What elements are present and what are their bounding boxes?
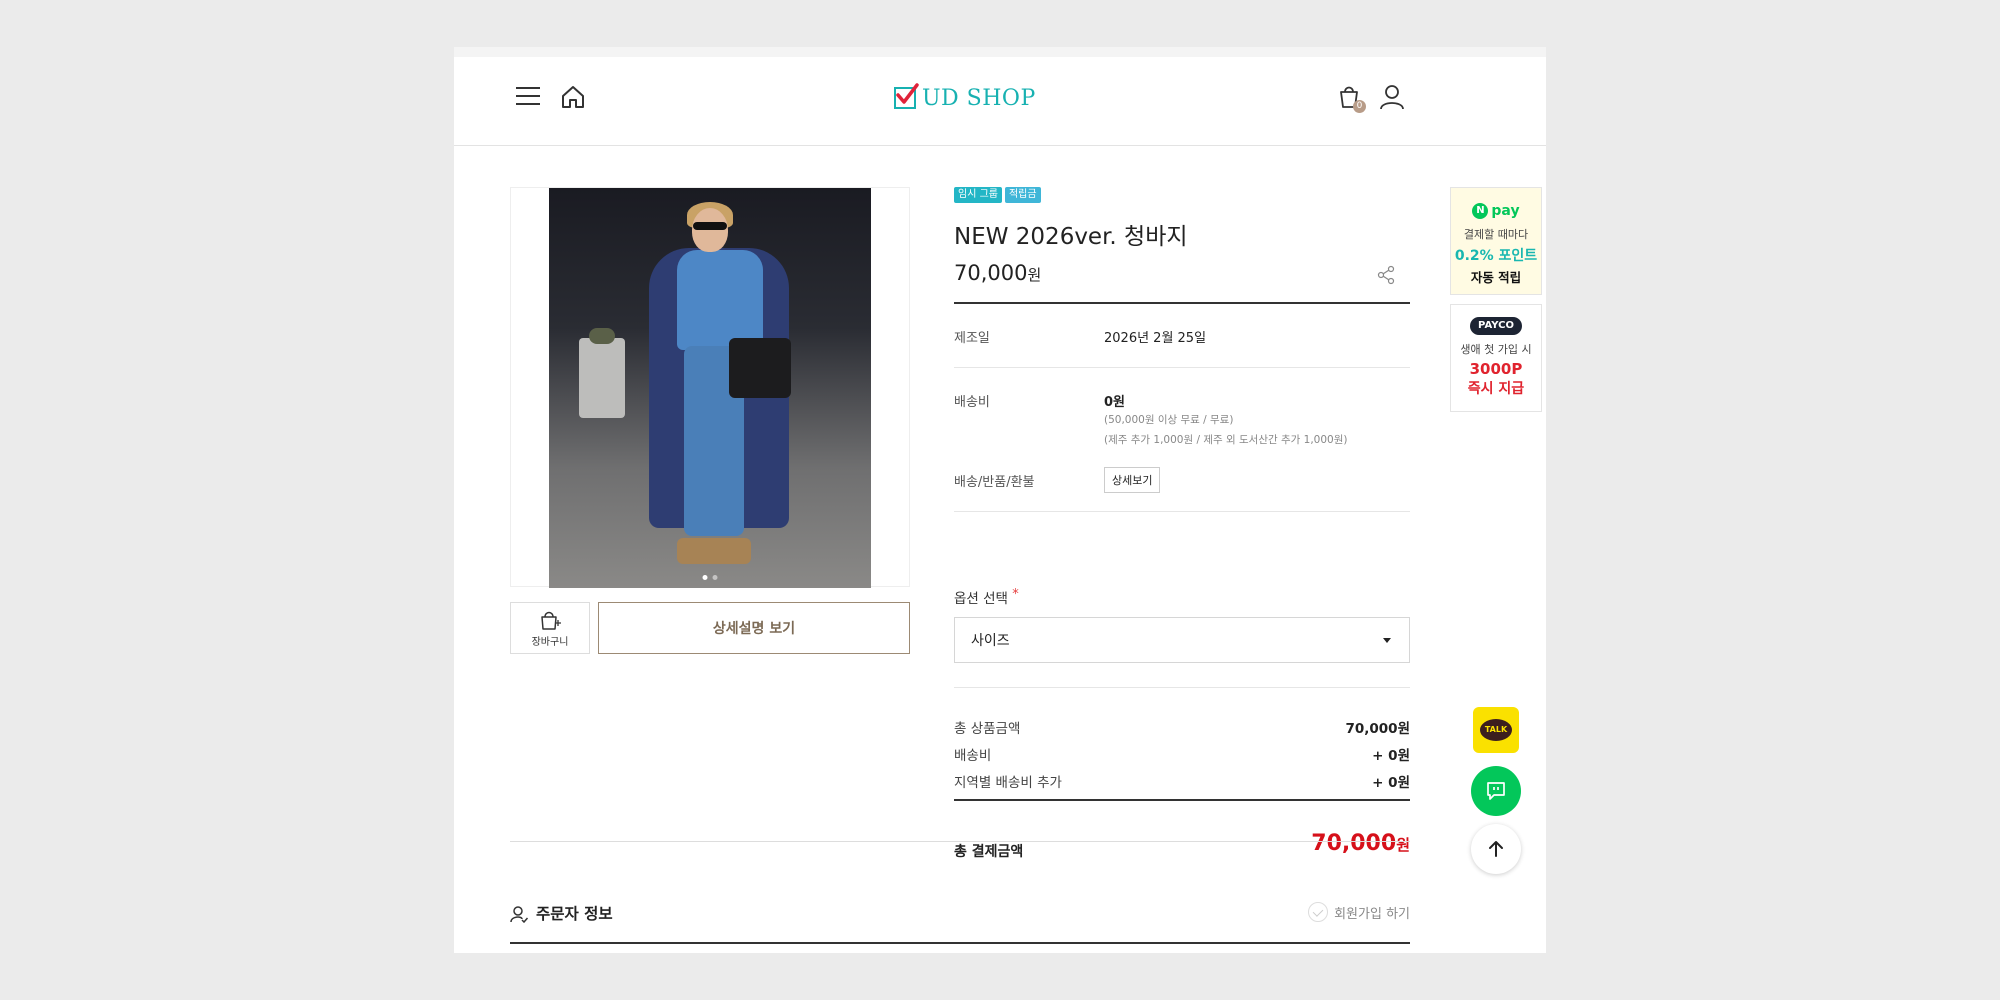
view-detail-button[interactable]: 상세설명 보기: [598, 602, 910, 654]
kakao-talk-button[interactable]: TALK: [1473, 707, 1519, 753]
npay-line3: 자동 적립: [1470, 270, 1522, 285]
total-price: 70,000원: [1311, 831, 1410, 856]
total-divider: [954, 799, 1410, 801]
summary-label: 총 상품금액: [954, 721, 1021, 737]
section-underline: [510, 942, 1410, 944]
required-mark: *: [1012, 587, 1019, 602]
join-label: 회원가입 하기: [1334, 906, 1410, 922]
arrow-up-icon: [1489, 841, 1503, 857]
product-photo[interactable]: [549, 188, 871, 588]
naver-talk-button[interactable]: [1471, 766, 1521, 816]
product-image-frame: [510, 187, 910, 588]
cart-icon[interactable]: 0: [1336, 83, 1366, 113]
summary-label: 지역별 배송비 추가: [954, 775, 1062, 791]
cart-plus-icon: [541, 611, 561, 630]
badge-points: 적립금: [1004, 187, 1041, 203]
manufacture-value: 2026년 2월 25일: [1104, 331, 1207, 346]
logo-text: UD SHOP: [922, 85, 1036, 111]
divider: [954, 367, 1410, 368]
site-header: UD SHOP 0: [454, 57, 1546, 146]
return-label: 배송/반품/환불: [954, 475, 1035, 490]
menu-icon[interactable]: [516, 87, 540, 107]
talk-icon: TALK: [1480, 719, 1512, 741]
orderer-section-header: 주문자 정보 회원가입 하기: [510, 902, 1410, 944]
cart-button-label: 장바구니: [531, 636, 569, 648]
chat-icon: [1487, 782, 1505, 800]
user-icon[interactable]: [1378, 83, 1406, 111]
shipping-note-island: (제주 추가 1,000원 / 제주 외 도서산간 추가 1,000원): [1104, 434, 1348, 446]
payco-line2: 3000P: [1469, 360, 1523, 378]
return-detail-button[interactable]: 상세보기: [1104, 467, 1161, 493]
chevron-down-icon: [1383, 638, 1391, 643]
payco-logo: PAYCO: [1470, 317, 1522, 335]
badge-group: 임시 그룹 적립금: [954, 187, 1410, 203]
divider: [954, 511, 1410, 512]
summary-value: + 0원: [1372, 775, 1410, 791]
section-divider: [510, 841, 1410, 842]
npay-line1: 결제할 때마다: [1463, 228, 1529, 241]
scroll-top-button[interactable]: [1471, 824, 1521, 874]
page-container: UD SHOP 0 장바구니 상세설명 보기 임시 그룹 적립금 NEW 202…: [454, 47, 1546, 953]
naver-n-icon: N: [1472, 203, 1489, 219]
payco-line1: 생애 첫 가입 시: [1460, 343, 1532, 356]
option-label: 옵션 선택 *: [954, 587, 1019, 607]
payco-line3: 즉시 지급: [1467, 381, 1525, 397]
divider: [954, 687, 1410, 688]
npay-line2: 0.2% 포인트: [1454, 248, 1538, 264]
badge-temp-group: 임시 그룹: [954, 187, 1002, 203]
product-title: NEW 2026ver. 청바지: [954, 224, 1188, 250]
checkbox-logo-icon: [894, 83, 919, 109]
summary-value: 70,000원: [1345, 721, 1410, 737]
cart-count-badge: 0: [1353, 100, 1366, 113]
join-member-toggle[interactable]: 회원가입 하기: [1308, 902, 1410, 922]
shipping-note-free: (50,000원 이상 무료 / 무료): [1104, 414, 1234, 426]
npay-logo: N pay: [1469, 202, 1523, 220]
price-divider: [954, 302, 1410, 304]
product-info: 임시 그룹 적립금 NEW 2026ver. 청바지 70,000원 제조일 2…: [954, 187, 1410, 860]
shipping-value: 0원: [1104, 395, 1126, 410]
check-icon: [1308, 902, 1329, 922]
orderer-title: 주문자 정보: [536, 905, 613, 923]
option-selected-value: 사이즈: [971, 633, 1010, 649]
share-icon[interactable]: [1376, 265, 1396, 285]
person-check-icon: [510, 906, 528, 923]
add-to-cart-button[interactable]: 장바구니: [510, 602, 590, 654]
shipping-label: 배송비: [954, 395, 990, 410]
shop-logo[interactable]: UD SHOP: [894, 83, 1036, 113]
option-select[interactable]: 사이즈: [954, 617, 1410, 663]
npay-banner[interactable]: N pay 결제할 때마다 0.2% 포인트 자동 적립: [1450, 187, 1542, 295]
product-price: 70,000원: [954, 261, 1042, 285]
payco-banner[interactable]: PAYCO 생애 첫 가입 시 3000P 즉시 지급: [1450, 304, 1542, 412]
manufacture-label: 제조일: [954, 331, 990, 346]
image-pagination[interactable]: [702, 575, 718, 580]
summary-value: + 0원: [1372, 748, 1410, 764]
home-icon[interactable]: [560, 84, 586, 110]
total-label: 총 결제금액: [954, 844, 1024, 860]
summary-label: 배송비: [954, 748, 992, 764]
